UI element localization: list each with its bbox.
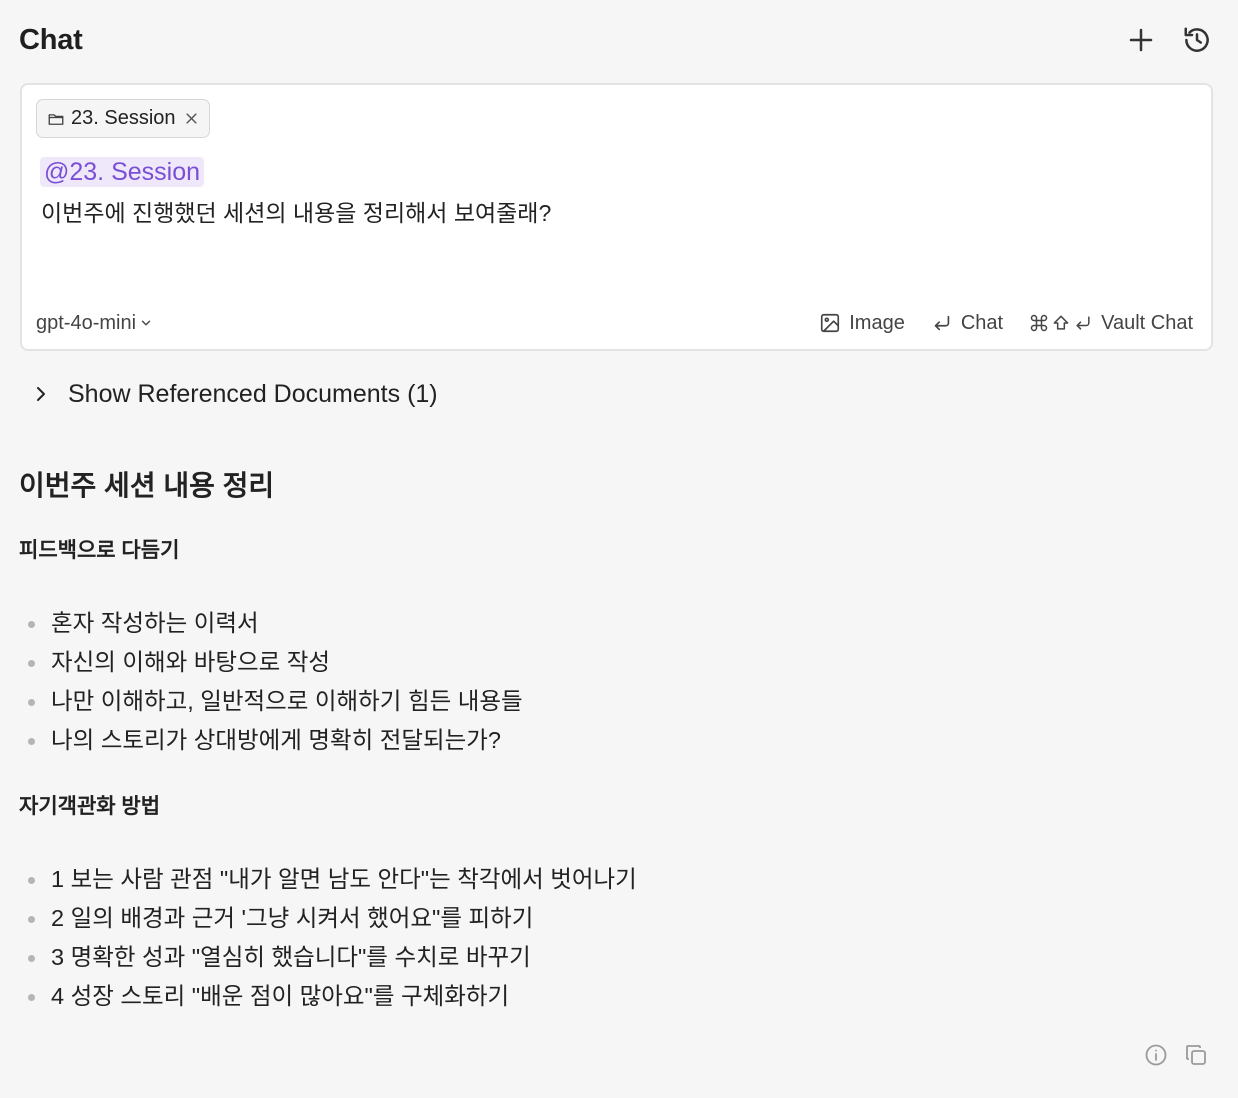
list-item: 3 명확한 성과 "열심히 했습니다"를 수치로 바꾸기 bbox=[19, 938, 1209, 977]
plus-icon bbox=[1129, 28, 1153, 52]
enter-icon bbox=[934, 315, 950, 331]
chevron-right-icon bbox=[37, 387, 45, 401]
header-actions bbox=[1124, 23, 1214, 57]
chevron-down-icon bbox=[141, 320, 151, 326]
copy-icon bbox=[1186, 1045, 1206, 1065]
list-item: 자신의 이해와 바탕으로 작성 bbox=[19, 643, 1209, 682]
input-footer: gpt-4o-mini Image Chat Vault Chat bbox=[36, 307, 1193, 339]
mention-tag[interactable]: @23. Session bbox=[40, 157, 205, 187]
prompt-input[interactable]: 이번주에 진행했던 세션의 내용을 정리해서 보여줄래? bbox=[41, 198, 551, 228]
folder-icon bbox=[47, 110, 65, 128]
chat-button-label: Chat bbox=[960, 311, 1004, 334]
section-heading: 피드백으로 다듬기 bbox=[19, 539, 180, 562]
image-button[interactable]: Image bbox=[819, 312, 905, 335]
model-label: gpt-4o-mini bbox=[36, 311, 137, 334]
referenced-documents-toggle[interactable]: Show Referenced Documents (1) bbox=[32, 378, 438, 410]
response-actions bbox=[1144, 1043, 1208, 1067]
page-title: Chat bbox=[19, 23, 83, 56]
info-button[interactable] bbox=[1144, 1043, 1168, 1067]
list-item: 나의 스토리가 상대방에게 명확히 전달되는가? bbox=[19, 721, 1209, 760]
bullet-list: 1 보는 사람 관점 "내가 알면 남도 안다"는 착각에서 벗어나기 2 일의… bbox=[19, 860, 1209, 1016]
list-item: 2 일의 배경과 근거 '그냥 시켜서 했어요"를 피하기 bbox=[19, 899, 1209, 938]
vault-chat-label: Vault Chat bbox=[1101, 311, 1193, 334]
image-icon bbox=[821, 313, 840, 333]
section-heading: 자기객관화 방법 bbox=[19, 795, 161, 818]
info-icon bbox=[1145, 1044, 1167, 1066]
new-chat-button[interactable] bbox=[1124, 23, 1158, 57]
list-item: 1 보는 사람 관점 "내가 알면 남도 안다"는 착각에서 벗어나기 bbox=[19, 860, 1209, 899]
command-key-icon bbox=[1030, 314, 1048, 332]
enter-icon bbox=[1076, 316, 1090, 330]
context-chip[interactable]: 23. Session bbox=[36, 99, 210, 138]
input-actions: Image Chat Vault Chat bbox=[819, 312, 1193, 335]
chat-send-button[interactable]: Chat bbox=[931, 312, 1003, 335]
vault-chat-button[interactable]: Vault Chat bbox=[1029, 312, 1193, 335]
list-item: 혼자 작성하는 이력서 bbox=[19, 604, 1209, 643]
remove-context-button[interactable] bbox=[184, 111, 199, 126]
list-item: 나만 이해하고, 일반적으로 이해하기 힘든 내용들 bbox=[19, 682, 1209, 721]
image-button-label: Image bbox=[849, 311, 905, 334]
list-item: 4 성장 스토리 "배운 점이 많아요"를 구체화하기 bbox=[19, 977, 1209, 1016]
model-selector[interactable]: gpt-4o-mini bbox=[36, 312, 153, 335]
close-icon bbox=[185, 113, 197, 124]
chat-history-button[interactable] bbox=[1180, 23, 1214, 57]
history-icon bbox=[1184, 27, 1209, 52]
context-chip-label: 23. Session bbox=[71, 107, 176, 129]
copy-button[interactable] bbox=[1184, 1043, 1208, 1067]
response-title: 이번주 세션 내용 정리 bbox=[19, 470, 275, 501]
shift-key-icon bbox=[1053, 315, 1069, 330]
bullet-list: 혼자 작성하는 이력서 자신의 이해와 바탕으로 작성 나만 이해하고, 일반적… bbox=[19, 604, 1209, 760]
chat-panel: Chat 23. Session @23. Session 이번주에 진행했던 … bbox=[0, 0, 1238, 1098]
referenced-documents-label: Show Referenced Documents (1) bbox=[68, 379, 438, 408]
assistant-response: 이번주 세션 내용 정리 피드백으로 다듬기 혼자 작성하는 이력서 자신의 이… bbox=[19, 466, 1209, 1016]
chat-header: Chat bbox=[19, 18, 1214, 62]
chat-input-card[interactable]: 23. Session @23. Session 이번주에 진행했던 세션의 내… bbox=[20, 83, 1213, 351]
shortcut-keys bbox=[1029, 313, 1093, 333]
